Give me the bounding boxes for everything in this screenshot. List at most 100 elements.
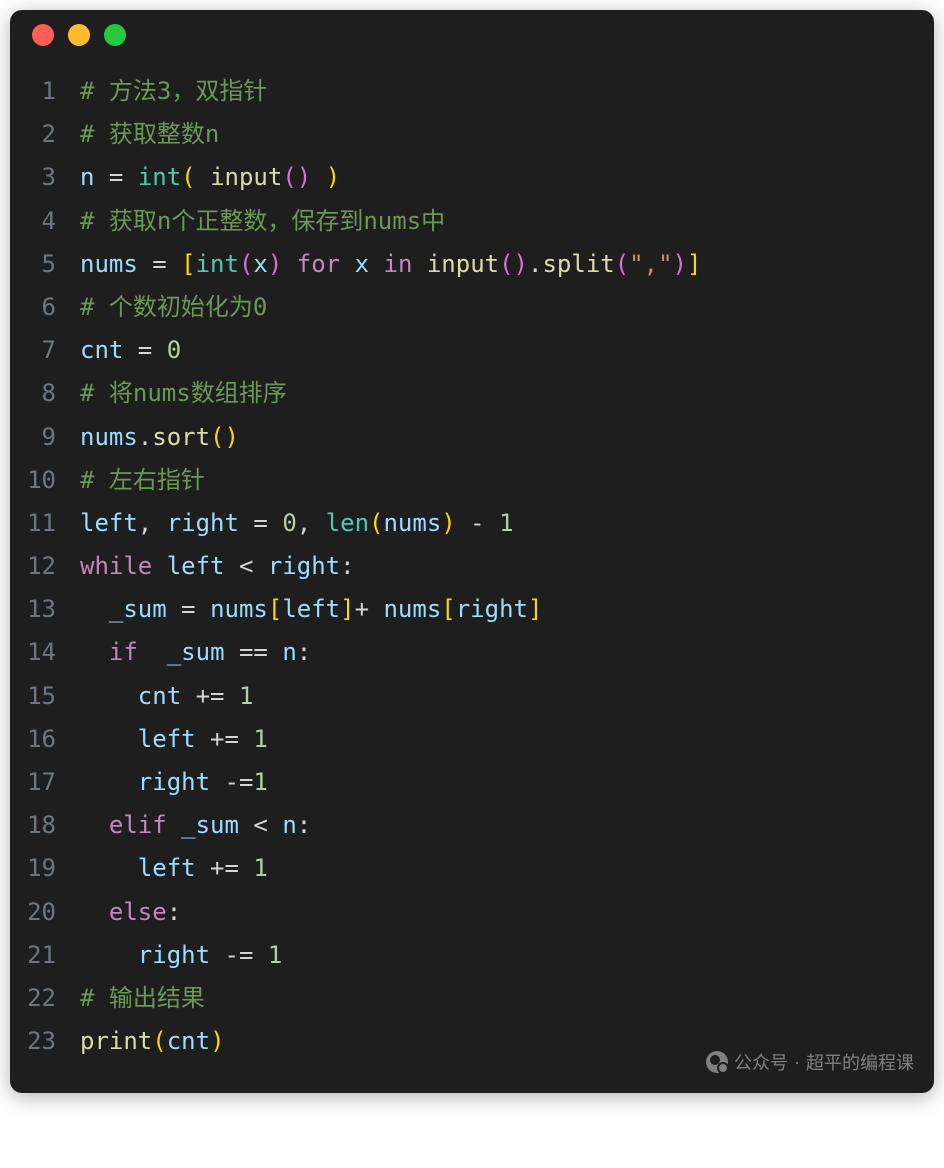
code-content[interactable]: # 获取n个正整数，保存到nums中 <box>80 200 934 243</box>
token-op <box>340 250 354 278</box>
line-number: 16 <box>10 718 80 761</box>
token-ident: right <box>268 552 340 580</box>
token-ident: _sum <box>167 638 225 666</box>
minimize-icon[interactable] <box>68 24 90 46</box>
code-line[interactable]: 9nums.sort() <box>10 416 934 459</box>
line-number: 11 <box>10 502 80 545</box>
code-content[interactable]: left += 1 <box>80 847 934 890</box>
code-line[interactable]: 11left, right = 0, len(nums) - 1 <box>10 502 934 545</box>
line-number: 19 <box>10 847 80 890</box>
token-punc: () <box>210 423 239 451</box>
line-number: 1 <box>10 70 80 113</box>
token-op: : <box>167 898 181 926</box>
code-content[interactable]: n = int( input() ) <box>80 156 934 199</box>
line-number: 13 <box>10 588 80 631</box>
code-content[interactable]: right -= 1 <box>80 934 934 977</box>
maximize-icon[interactable] <box>104 24 126 46</box>
code-line[interactable]: 17 right -=1 <box>10 761 934 804</box>
token-punc2: ( <box>239 250 253 278</box>
code-content[interactable]: nums = [int(x) for x in input().split(",… <box>80 243 934 286</box>
code-content[interactable]: # 将nums数组排序 <box>80 372 934 415</box>
token-punc: ) <box>326 163 340 191</box>
line-number: 9 <box>10 416 80 459</box>
token-punc2: ) <box>268 250 282 278</box>
code-line[interactable]: 5nums = [int(x) for x in input().split("… <box>10 243 934 286</box>
code-content[interactable]: # 获取整数n <box>80 113 934 156</box>
code-line[interactable]: 8# 将nums数组排序 <box>10 372 934 415</box>
token-ident: cnt <box>138 682 181 710</box>
code-content[interactable]: nums.sort() <box>80 416 934 459</box>
code-content[interactable]: left += 1 <box>80 718 934 761</box>
token-op: = <box>123 336 166 364</box>
token-op <box>196 163 210 191</box>
token-keyword: in <box>384 250 413 278</box>
token-punc: ] <box>340 595 354 623</box>
token-number: 1 <box>268 941 282 969</box>
token-func: split <box>542 250 614 278</box>
token-builtin: int <box>138 163 181 191</box>
code-line[interactable]: 7cnt = 0 <box>10 329 934 372</box>
code-line[interactable]: 6# 个数初始化为0 <box>10 286 934 329</box>
code-line[interactable]: 15 cnt += 1 <box>10 675 934 718</box>
code-content[interactable]: elif _sum < n: <box>80 804 934 847</box>
code-content[interactable]: # 左右指针 <box>80 459 934 502</box>
token-punc: ( <box>152 1027 166 1055</box>
code-content[interactable]: # 个数初始化为0 <box>80 286 934 329</box>
token-op: -= <box>210 941 268 969</box>
code-line[interactable]: 14 if _sum == n: <box>10 631 934 674</box>
token-punc: ) <box>210 1027 224 1055</box>
token-op: , <box>297 509 326 537</box>
code-line[interactable]: 18 elif _sum < n: <box>10 804 934 847</box>
window-titlebar <box>10 10 934 60</box>
code-line[interactable]: 3n = int( input() ) <box>10 156 934 199</box>
code-line[interactable]: 20 else: <box>10 891 934 934</box>
token-op: == <box>225 638 283 666</box>
code-line[interactable]: 10# 左右指针 <box>10 459 934 502</box>
token-op: = <box>167 595 210 623</box>
code-line[interactable]: 22# 输出结果 <box>10 977 934 1020</box>
code-content[interactable]: cnt += 1 <box>80 675 934 718</box>
token-op: = <box>94 163 137 191</box>
token-ident: nums <box>210 595 268 623</box>
code-line[interactable]: 16 left += 1 <box>10 718 934 761</box>
token-ident: nums <box>80 250 138 278</box>
line-number: 2 <box>10 113 80 156</box>
token-string: "," <box>629 250 672 278</box>
code-content[interactable]: while left < right: <box>80 545 934 588</box>
code-line[interactable]: 19 left += 1 <box>10 847 934 890</box>
line-number: 23 <box>10 1020 80 1063</box>
close-icon[interactable] <box>32 24 54 46</box>
token-ident: left <box>167 552 225 580</box>
code-area[interactable]: 1# 方法3，双指针2# 获取整数n3n = int( input() )4# … <box>10 60 934 1093</box>
line-number: 8 <box>10 372 80 415</box>
code-line[interactable]: 21 right -= 1 <box>10 934 934 977</box>
token-op: : <box>297 638 311 666</box>
code-content[interactable]: _sum = nums[left]+ nums[right] <box>80 588 934 631</box>
code-content[interactable]: left, right = 0, len(nums) - 1 <box>80 502 934 545</box>
token-op: = <box>239 509 282 537</box>
code-content[interactable]: else: <box>80 891 934 934</box>
token-ident: cnt <box>80 336 123 364</box>
token-op <box>167 811 181 839</box>
code-line[interactable]: 12while left < right: <box>10 545 934 588</box>
code-line[interactable]: 1# 方法3，双指针 <box>10 70 934 113</box>
code-content[interactable]: right -=1 <box>80 761 934 804</box>
token-func: sort <box>152 423 210 451</box>
token-comment: # 个数初始化为0 <box>80 293 267 321</box>
token-number: 0 <box>167 336 181 364</box>
token-comment: # 将nums数组排序 <box>80 379 287 407</box>
token-ident: x <box>355 250 369 278</box>
code-content[interactable]: cnt = 0 <box>80 329 934 372</box>
code-content[interactable]: # 方法3，双指针 <box>80 70 934 113</box>
code-line[interactable]: 13 _sum = nums[left]+ nums[right] <box>10 588 934 631</box>
token-punc: [ <box>181 250 195 278</box>
code-line[interactable]: 4# 获取n个正整数，保存到nums中 <box>10 200 934 243</box>
token-number: 1 <box>239 682 253 710</box>
token-number: 1 <box>253 854 267 882</box>
line-number: 7 <box>10 329 80 372</box>
token-punc: ] <box>687 250 701 278</box>
code-line[interactable]: 2# 获取整数n <box>10 113 934 156</box>
code-content[interactable]: if _sum == n: <box>80 631 934 674</box>
token-op: . <box>138 423 152 451</box>
code-content[interactable]: # 输出结果 <box>80 977 934 1020</box>
